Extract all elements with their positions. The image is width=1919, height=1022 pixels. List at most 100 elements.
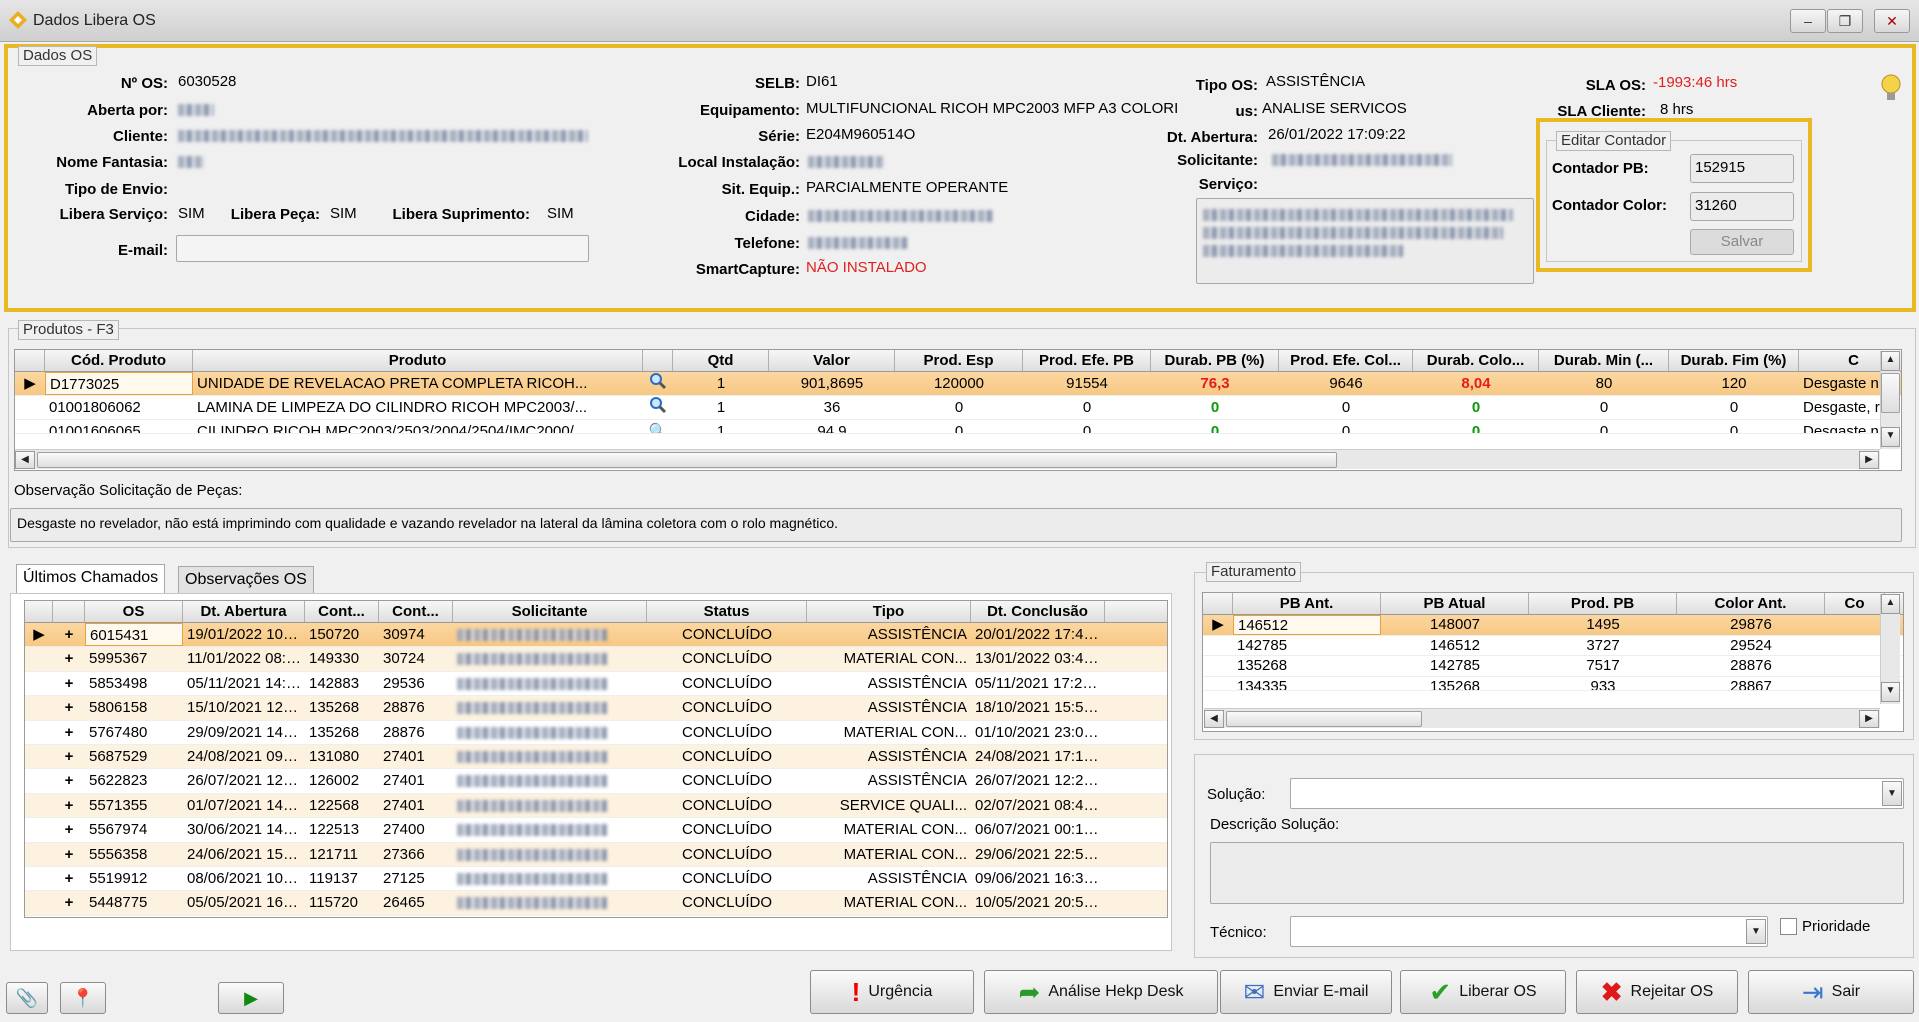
chevron-down-icon[interactable]: ▼	[1882, 781, 1902, 806]
col-valor[interactable]: Valor	[769, 350, 895, 371]
col-prod-esp[interactable]: Prod. Esp	[895, 350, 1023, 371]
expand-plus-icon[interactable]: +	[53, 891, 85, 914]
salvar-button[interactable]: Salvar	[1690, 229, 1794, 255]
faturamento-row[interactable]: 135268 142785 7517 28876	[1203, 656, 1903, 677]
sair-button[interactable]: ⇥ Sair	[1748, 970, 1914, 1014]
expand-plus-icon[interactable]: +	[53, 696, 85, 719]
chamado-row[interactable]: +5556358 24/06/2021 15:42... 121711 27366 CO…	[25, 842, 1167, 867]
col-pb-atual[interactable]: PB Atual	[1381, 593, 1529, 614]
scroll-thumb[interactable]	[1881, 373, 1900, 413]
map-pin-icon[interactable]: 📍	[60, 982, 106, 1014]
col-qtd[interactable]: Qtd	[673, 350, 769, 371]
email-input[interactable]	[176, 235, 589, 262]
paperclip-icon[interactable]: 📎	[6, 982, 48, 1014]
chamado-row[interactable]: +5571355 01/07/2021 14:25... 122568 27401 CO…	[25, 793, 1167, 819]
col-lookup[interactable]	[643, 350, 673, 371]
scroll-down-icon[interactable]: ▼	[1881, 427, 1900, 447]
faturamento-row[interactable]: ▶ 146512 148007 1495 29876	[1203, 615, 1903, 636]
maximize-button[interactable]: ❐	[1827, 9, 1863, 33]
obs-solicitacao-text[interactable]: Desgaste no revelador, não está imprimin…	[10, 508, 1902, 542]
col-cont-color[interactable]: Cont...	[379, 601, 453, 622]
col-cod-produto[interactable]: Cód. Produto	[45, 350, 193, 371]
cell-cod[interactable]: D1773025	[45, 372, 193, 395]
col-pb-ant[interactable]: PB Ant.	[1233, 593, 1381, 614]
scroll-thumb[interactable]	[37, 452, 1337, 468]
expand-plus-icon[interactable]: +	[53, 623, 85, 646]
col-co[interactable]: Co	[1825, 593, 1885, 614]
chamado-row[interactable]: +5687529 24/08/2021 09:48... 131080 27401 CO…	[25, 744, 1167, 770]
expand-plus-icon[interactable]: +	[53, 818, 85, 841]
scroll-left-icon[interactable]: ◀	[15, 451, 35, 469]
prioridade-checkbox[interactable]	[1780, 918, 1797, 935]
col-os[interactable]: OS	[85, 601, 183, 622]
faturamento-vscroll[interactable]: ▲ ▼	[1880, 594, 1900, 704]
lightbulb-icon[interactable]	[1878, 72, 1904, 104]
contador-color-input[interactable]: 31260	[1690, 192, 1794, 221]
expand-plus-icon[interactable]: +	[53, 867, 85, 890]
expand-plus-icon[interactable]: +	[53, 647, 85, 670]
contador-pb-input[interactable]: 152915	[1690, 154, 1794, 183]
col-prod-pb[interactable]: Prod. PB	[1529, 593, 1677, 614]
scroll-down-icon[interactable]: ▼	[1881, 682, 1900, 702]
chamado-row[interactable]: +5519912 08/06/2021 10:33... 119137 27125 CO…	[25, 867, 1167, 892]
scroll-right-icon[interactable]: ▶	[1859, 710, 1879, 728]
chamado-row[interactable]: +5853498 05/11/2021 14:02... 142883 29536 CO…	[25, 672, 1167, 697]
scroll-thumb[interactable]	[1226, 711, 1422, 727]
enviar-email-button[interactable]: ✉ Enviar E-mail	[1220, 970, 1392, 1014]
col-solicitante[interactable]: Solicitante	[453, 601, 647, 622]
col-cont-pb[interactable]: Cont...	[305, 601, 379, 622]
produto-row[interactable]: 01001606065 CILINDRO RICOH MPC2003/2503/…	[15, 420, 1901, 434]
col-durab-fim[interactable]: Durab. Fim (%)	[1669, 350, 1799, 371]
play-icon[interactable]: ▶	[218, 982, 284, 1014]
chamado-row[interactable]: +5448775 05/05/2021 16:34... 115720 26465 CO…	[25, 891, 1167, 916]
chamado-row[interactable]: +5806158 15/10/2021 12:33... 135268 28876 CO…	[25, 696, 1167, 721]
expand-plus-icon[interactable]: +	[53, 745, 85, 768]
tab-observacoes-os[interactable]: Observações OS	[178, 566, 314, 594]
col-durab-min[interactable]: Durab. Min (...	[1539, 350, 1669, 371]
chamado-row[interactable]: +5767480 29/09/2021 14:50... 135268 28876 CO…	[25, 721, 1167, 745]
produtos-hscroll[interactable]: ◀ ▶	[15, 449, 1880, 469]
produto-row[interactable]: ▶ D1773025 UNIDADE DE REVELACAO PRETA CO…	[15, 372, 1901, 396]
produto-row[interactable]: 01001806062 LAMINA DE LIMPEZA DO CILINDR…	[15, 396, 1901, 420]
expand-plus-icon[interactable]: +	[53, 843, 85, 866]
col-prod-efe-pb[interactable]: Prod. Efe. PB	[1023, 350, 1151, 371]
faturamento-hscroll[interactable]: ◀ ▶	[1204, 708, 1880, 728]
col-durab-pb[interactable]: Durab. PB (%)	[1151, 350, 1279, 371]
tecnico-select[interactable]	[1290, 916, 1768, 947]
solucao-select[interactable]	[1290, 778, 1904, 809]
urgencia-button[interactable]: ! Urgência	[810, 970, 974, 1014]
chamado-row[interactable]: ▶ +6015431 19/01/2022 10:46... 150720 30974 C…	[25, 623, 1167, 648]
descricao-solucao-textarea[interactable]	[1210, 842, 1904, 904]
scroll-left-icon[interactable]: ◀	[1204, 710, 1224, 728]
chevron-down-icon[interactable]: ▼	[1746, 919, 1766, 944]
col-durab-color[interactable]: Durab. Colo...	[1413, 350, 1539, 371]
chamado-row[interactable]: +5995367 11/01/2022 08:22... 149330 30724 CO…	[25, 647, 1167, 672]
chamado-row[interactable]: +5622823 26/07/2021 12:12... 126002 27401 CO…	[25, 769, 1167, 794]
expand-plus-icon[interactable]: +	[53, 672, 85, 695]
minimize-button[interactable]: –	[1790, 9, 1826, 33]
faturamento-row[interactable]: 142785 146512 3727 29524	[1203, 636, 1903, 656]
faturamento-row[interactable]: 134335 135268 933 28867	[1203, 677, 1903, 691]
expand-plus-icon[interactable]: +	[53, 721, 85, 744]
tab-ultimos-chamados[interactable]: Últimos Chamados	[16, 564, 166, 594]
liberar-os-button[interactable]: ✔ Liberar OS	[1400, 970, 1566, 1014]
produtos-vscroll[interactable]: ▲ ▼	[1880, 351, 1900, 449]
col-prod-efe-col[interactable]: Prod. Efe. Col...	[1279, 350, 1413, 371]
close-button[interactable]: ✕	[1874, 9, 1910, 33]
col-produto[interactable]: Produto	[193, 350, 643, 371]
rejeitar-os-button[interactable]: ✖ Rejeitar OS	[1576, 970, 1738, 1014]
servico-textarea[interactable]	[1196, 198, 1534, 284]
col-dt-abertura[interactable]: Dt. Abertura	[183, 601, 305, 622]
col-color-ant[interactable]: Color Ant.	[1677, 593, 1825, 614]
scroll-up-icon[interactable]: ▲	[1881, 594, 1900, 614]
col-tipo[interactable]: Tipo	[807, 601, 971, 622]
scroll-right-icon[interactable]: ▶	[1859, 451, 1879, 469]
scroll-up-icon[interactable]: ▲	[1881, 351, 1900, 371]
col-dt-conclusao[interactable]: Dt. Conclusão	[971, 601, 1105, 622]
chamado-row[interactable]: +5567974 30/06/2021 14:33... 122513 27400 CO…	[25, 818, 1167, 843]
expand-plus-icon[interactable]: +	[53, 769, 85, 792]
analise-help-desk-button[interactable]: ➦ Análise Hekp Desk	[984, 970, 1218, 1014]
magnifier-icon[interactable]	[643, 396, 673, 419]
col-status[interactable]: Status	[647, 601, 807, 622]
magnifier-icon[interactable]: 🔍	[643, 420, 673, 433]
